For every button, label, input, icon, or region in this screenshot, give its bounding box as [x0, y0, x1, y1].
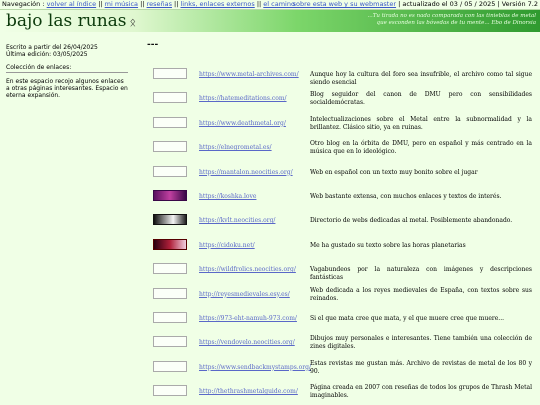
link-description: Me ha gustado su texto sobre las horas p…: [310, 241, 466, 249]
link-url[interactable]: https://cidoku.net/: [199, 242, 255, 249]
link-url[interactable]: http://reyesmedievales.esy.es/: [199, 291, 290, 298]
link-url[interactable]: http://thethrashmetalguide.com/: [199, 388, 298, 395]
banner-quote: ...Tu tirada no es nada comparada con la…: [368, 13, 536, 27]
link-row: https://www.deathmetal.org/Intelectualiz…: [150, 113, 535, 137]
link-description: Vagabundeos por la naturaleza con imágen…: [310, 266, 532, 282]
nav-link-about[interactable]: sobre esta web y su webmaster: [293, 0, 396, 8]
sidebar-intro: En este espacio recojo algunos enlaces a…: [6, 78, 128, 99]
link-description: Blog seguidor del canon de DMU pero con …: [310, 91, 532, 107]
nav-link-path[interactable]: el camino: [263, 0, 295, 8]
written-date: Escrito a partir del 26/04/2025: [6, 44, 98, 51]
link-row: https://kvlt.neocities.org/Directorio de…: [150, 210, 535, 234]
link-row: http://reyesmedievales.esy.es/Web dedica…: [150, 284, 535, 308]
nav-label: Navegación :: [2, 0, 45, 8]
link-description: Otro blog en la órbita de DMU, pero en e…: [310, 140, 532, 156]
link-banner-image[interactable]: [153, 165, 187, 177]
link-row: https://www.metal-archives.com/Aunque ho…: [150, 64, 535, 88]
main-title: ---: [147, 40, 159, 50]
link-banner-image[interactable]: [153, 92, 187, 104]
link-description: Si el que mata cree que mata, y el que m…: [310, 314, 505, 322]
link-banner-image[interactable]: [153, 311, 187, 323]
sidebar-section-title: Colección de enlaces:: [6, 64, 128, 73]
top-nav-bar: Navegación : volver al índice || mi músi…: [0, 0, 540, 10]
link-row: https://973-eht-namuh-973.com/Si el que …: [150, 308, 535, 332]
link-row: http://thethrashmetalguide.com/Página cr…: [150, 381, 535, 405]
link-row: https://cidoku.net/Me ha gustado su text…: [150, 235, 535, 259]
link-row: https://vendovelo.neocities.org/Dibujos …: [150, 332, 535, 356]
link-row: https://koshka.love Web bastante extensa,…: [150, 186, 535, 210]
link-row: https://elnegrometal.es/Otro blog en la …: [150, 137, 535, 161]
link-banner-image[interactable]: [153, 214, 187, 226]
link-row: https://hatemeditations.com/Blog seguido…: [150, 88, 535, 112]
link-description: Página creada en 2007 con reseñas de tod…: [310, 384, 532, 400]
links-list: https://www.metal-archives.com/Aunque ho…: [150, 64, 535, 405]
link-banner-image[interactable]: [153, 360, 187, 372]
link-banner-image[interactable]: [153, 238, 187, 250]
link-url[interactable]: https://elnegrometal.es/: [199, 144, 272, 151]
edited-date: Última edición: 03/05/2025: [6, 51, 88, 58]
nav-link-music[interactable]: mi música: [105, 0, 138, 8]
nav-link-index[interactable]: volver al índice: [47, 0, 97, 8]
link-description: Web bastante extensa, con muchos enlaces…: [310, 192, 502, 200]
version-label: Versión 7.2: [501, 0, 538, 8]
link-url[interactable]: https://hatemeditations.com/: [199, 95, 287, 102]
link-description: Web en español con un texto muy bonito s…: [310, 168, 478, 176]
link-banner-image[interactable]: [153, 263, 187, 275]
nav-link-links[interactable]: links, enlaces externos: [180, 0, 254, 8]
link-banner-image[interactable]: [153, 116, 187, 128]
site-banner: bajo las runas ᛟ ...Tu tirada no es nada …: [0, 10, 540, 32]
link-url[interactable]: https://www.deathmetal.org/: [199, 120, 286, 127]
nav-right: sobre esta web y su webmaster | actualiz…: [292, 0, 538, 8]
link-row: https://mantalon.neocities.org/Web en es…: [150, 162, 535, 186]
link-description: Intelectualizaciones sobre el Metal entr…: [310, 115, 532, 131]
link-banner-image[interactable]: [153, 141, 187, 153]
link-banner-image[interactable]: [153, 287, 187, 299]
quote-line-2: que esconden las bóvedas de tu mente... …: [376, 20, 536, 26]
nav-link-reviews[interactable]: reseñas: [147, 0, 172, 8]
link-description: Aunque hoy la cultura del foro sea insuf…: [310, 71, 532, 86]
link-banner-image[interactable]: [153, 189, 187, 201]
link-url[interactable]: https://wildfrolics.neocities.org/: [199, 266, 296, 273]
site-title[interactable]: bajo las runas ᛟ: [6, 10, 136, 34]
quote-line-1: ...Tu tirada no es nada comparada con la…: [367, 13, 536, 19]
updated-date: actualizado el 03 / 05 / 2025: [402, 0, 496, 8]
link-url[interactable]: https://kvlt.neocities.org/: [199, 217, 275, 224]
link-banner-image[interactable]: [153, 336, 187, 348]
link-url[interactable]: https://vendovelo.neocities.org/: [199, 339, 295, 346]
sidebar: Escrito a partir del 26/04/2025 Última e…: [6, 44, 128, 105]
link-description: Estas revistas me gustan más. Archivo de…: [310, 359, 532, 375]
link-url[interactable]: https://www.sendbackmystamps.org/: [199, 364, 311, 371]
link-url[interactable]: https://koshka.love: [199, 193, 256, 200]
link-row: https://wildfrolics.neocities.org/Vagabu…: [150, 259, 535, 283]
link-banner-image[interactable]: [153, 68, 187, 79]
nav-left: Navegación : volver al índice || mi músi…: [2, 0, 295, 8]
link-description: Directorio de webs dedicadas al metal. P…: [310, 217, 513, 225]
link-banner-image[interactable]: [153, 385, 187, 397]
link-description: Web dedicada a los reyes medievales de E…: [310, 286, 532, 302]
link-description: Dibujos muy personales e interesantes. T…: [310, 335, 532, 351]
link-url[interactable]: https://973-eht-namuh-973.com/: [199, 315, 297, 322]
link-url[interactable]: https://www.metal-archives.com/: [199, 71, 299, 78]
link-url[interactable]: https://mantalon.neocities.org/: [199, 169, 293, 176]
link-row: https://www.sendbackmystamps.org/Estas r…: [150, 357, 535, 381]
sidebar-dates: Escrito a partir del 26/04/2025 Última e…: [6, 44, 128, 58]
rune-icon: ᛟ: [129, 16, 137, 29]
